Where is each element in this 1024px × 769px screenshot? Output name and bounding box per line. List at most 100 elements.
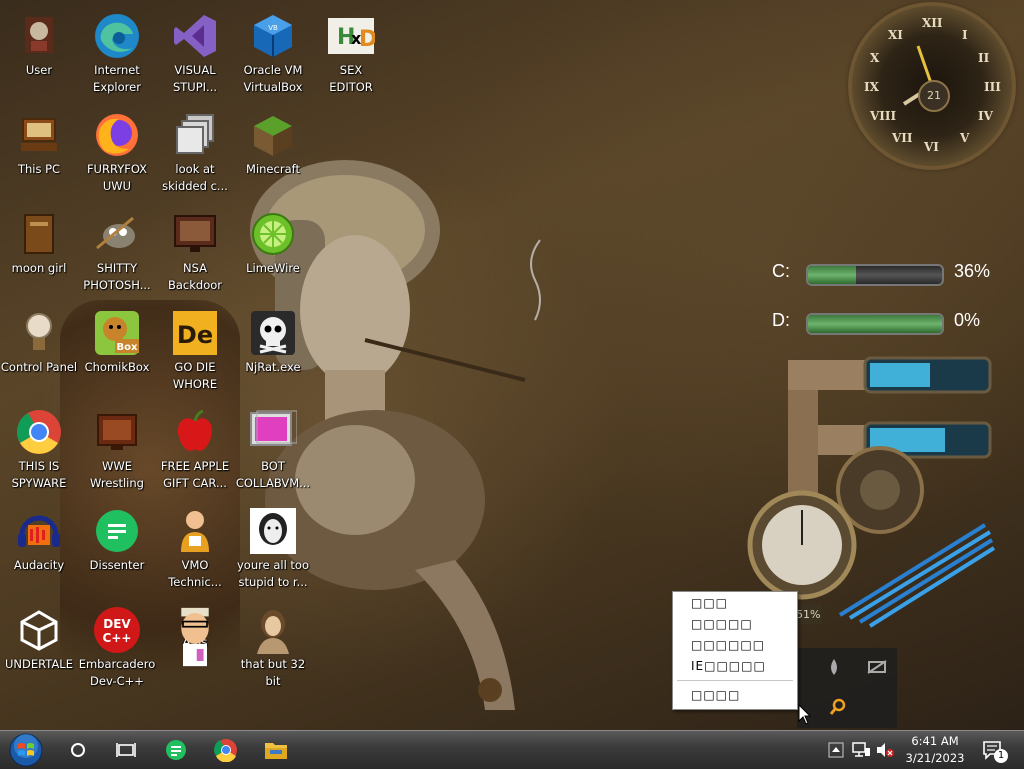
desktop-icon-user[interactable]: User	[0, 6, 78, 96]
gimp-icon	[93, 210, 141, 258]
desktop-icon-bot-collabvm[interactable]: BOT COLLABVM...	[234, 402, 312, 492]
desktop-icon-undertale[interactable]: UNDERTALE	[0, 600, 78, 690]
desktop-icon-minecraft[interactable]: Minecraft	[234, 105, 312, 195]
context-menu-item[interactable]: □□□	[691, 596, 728, 610]
desktop-icon-dissenter[interactable]: Dissenter	[78, 501, 156, 591]
desktop-icon-moon-girl[interactable]: moon girl	[0, 204, 78, 294]
limewire-icon	[249, 210, 297, 258]
hank-character-icon	[171, 602, 219, 672]
drive-d-bar	[806, 313, 944, 335]
svg-text:VB: VB	[268, 24, 278, 32]
desktop-icon-chomikbox[interactable]: Box ChomikBox	[78, 303, 156, 393]
firefox-icon	[93, 111, 141, 159]
dissenter-icon	[93, 507, 141, 555]
network-icon	[852, 742, 870, 757]
hxd-icon: HxD	[327, 12, 375, 60]
chrome-icon	[15, 408, 63, 456]
desktop-icon-visual-studio[interactable]: VISUAL STUPI...	[156, 6, 234, 96]
tray-context-menu: □□□ □□□□□ □□□□□□ IE□□□□□ □□□□	[672, 591, 798, 710]
volume-button[interactable]	[874, 731, 896, 769]
desktop-icon-audacity[interactable]: Audacity	[0, 501, 78, 591]
clock-date: 21	[918, 80, 950, 112]
desktop-icon-shitty-photoshop[interactable]: SHITTY PHOTOSH...	[78, 204, 156, 294]
svg-text:Box: Box	[117, 342, 138, 353]
drive-c-bar	[806, 264, 944, 286]
gauge-readout: 51%	[796, 608, 821, 621]
action-center-button[interactable]: 1	[978, 731, 1008, 769]
desktop-icon-njrat[interactable]: NjRat.exe	[234, 303, 312, 393]
desktop-icon-oracle-virtualbox[interactable]: VB Oracle VM VirtualBox	[234, 6, 312, 96]
taskbar-chrome-button[interactable]	[208, 731, 244, 769]
network-button[interactable]	[850, 731, 872, 769]
task-view-button[interactable]	[110, 731, 142, 769]
taskbar: 6:41 AM 3/21/2023 1	[0, 730, 1024, 769]
drive-c-fill	[808, 266, 857, 284]
desktop-icon-control-panel[interactable]: Control Panel	[0, 303, 78, 393]
drive-c-meter: C: 36%	[742, 259, 1000, 289]
desktop-icon-skidded-code[interactable]: look at skidded c...	[156, 105, 234, 195]
apple-icon	[171, 408, 219, 456]
taskbar-file-explorer-button[interactable]	[258, 731, 294, 769]
desktop-icon-internet-explorer[interactable]: Internet Explorer	[78, 6, 156, 96]
monitor-icon	[171, 210, 219, 258]
drive-d-fill	[808, 315, 942, 333]
context-menu-item[interactable]: IE□□□□□	[691, 659, 766, 673]
steampunk-gauge-widget[interactable]	[740, 350, 1000, 630]
desktop[interactable]: User This PC moon girl Control Panel THI…	[0, 0, 1024, 730]
dissenter-icon	[166, 740, 186, 760]
desktop-icon-sex-editor[interactable]: HxD SEX EDITOR	[312, 6, 390, 96]
taskbar-time: 6:41 AM	[911, 734, 959, 748]
desktop-icon-vmo-technic[interactable]: VMO Technic...	[156, 501, 234, 591]
desktop-icon-chrome-spyware[interactable]: THIS IS SPYWARE	[0, 402, 78, 492]
desktop-icon-furryfox[interactable]: FURRYFOX UWU	[78, 105, 156, 195]
desktop-icon-go-die[interactable]: De GO DIE WHORE	[156, 303, 234, 393]
search-button[interactable]	[62, 731, 94, 769]
context-menu-item[interactable]: □□□□	[691, 688, 740, 702]
steampunk-clock-widget[interactable]: XII I II III IV V VI VII VIII IX X XI 21	[852, 6, 1012, 166]
windows-monitor-icon	[249, 408, 297, 456]
windows-start-orb-icon	[9, 733, 43, 767]
desktop-icon-free-apple-gift-card[interactable]: FREE APPLE GIFT CAR...	[156, 402, 234, 492]
droplet-icon[interactable]	[827, 658, 841, 676]
context-menu-item[interactable]: □□□□□	[691, 617, 753, 631]
person-icon	[171, 507, 219, 555]
svg-text:DEV: DEV	[103, 617, 131, 631]
desktop-icon-limewire[interactable]: LimeWire	[234, 204, 312, 294]
document-icon	[15, 210, 63, 258]
devcpp-icon: DEV C++	[93, 606, 141, 654]
unity-icon	[15, 606, 63, 654]
lightbulb-icon	[15, 309, 63, 357]
notification-count-badge: 1	[994, 749, 1008, 763]
desktop-icon-nsa-backdoor[interactable]: NSA Backdoor	[156, 204, 234, 294]
chomikbox-icon: Box	[93, 309, 141, 357]
virtualbox-icon: VB	[249, 12, 297, 60]
svg-text:De: De	[177, 321, 213, 349]
taskbar-clock[interactable]: 6:41 AM 3/21/2023	[896, 733, 974, 767]
minecraft-grass-block-icon	[249, 111, 297, 159]
portrait-icon	[249, 507, 297, 555]
desktop-icon-partial[interactable]: A us	[156, 600, 234, 690]
stacked-windows-icon	[171, 111, 219, 159]
start-button[interactable]	[6, 731, 46, 769]
de-logo-icon: De	[171, 309, 219, 357]
desktop-icon-embarcadero-devcpp[interactable]: DEV C++ Embarcadero Dev-C++	[78, 600, 156, 690]
desktop-icon-youre-all-too-stupid[interactable]: youre all too stupid to r...	[234, 501, 312, 591]
painting-icon	[249, 606, 297, 654]
skull-icon	[249, 309, 297, 357]
search-tray-icon[interactable]	[829, 698, 847, 716]
taskbar-dissenter-button[interactable]	[158, 731, 194, 769]
visual-studio-icon	[171, 12, 219, 60]
svg-text:D: D	[359, 27, 375, 52]
task-view-icon	[116, 743, 136, 757]
tray-overflow-popup	[797, 648, 897, 728]
search-circle-icon	[71, 743, 85, 757]
taskbar-date: 3/21/2023	[905, 751, 965, 765]
desktop-icon-that-but-32-bit[interactable]: that but 32 bit	[234, 600, 312, 690]
mouse-cursor-icon	[798, 704, 812, 725]
show-hidden-icons-button[interactable]	[826, 731, 846, 769]
desktop-icon-wwe-wrestling[interactable]: WWE Wrestling	[78, 402, 156, 492]
context-menu-item[interactable]: □□□□□□	[691, 638, 765, 652]
hidden-device-icon[interactable]	[867, 660, 887, 674]
desktop-icon-this-pc[interactable]: This PC	[0, 105, 78, 195]
chevron-up-icon	[828, 742, 844, 758]
